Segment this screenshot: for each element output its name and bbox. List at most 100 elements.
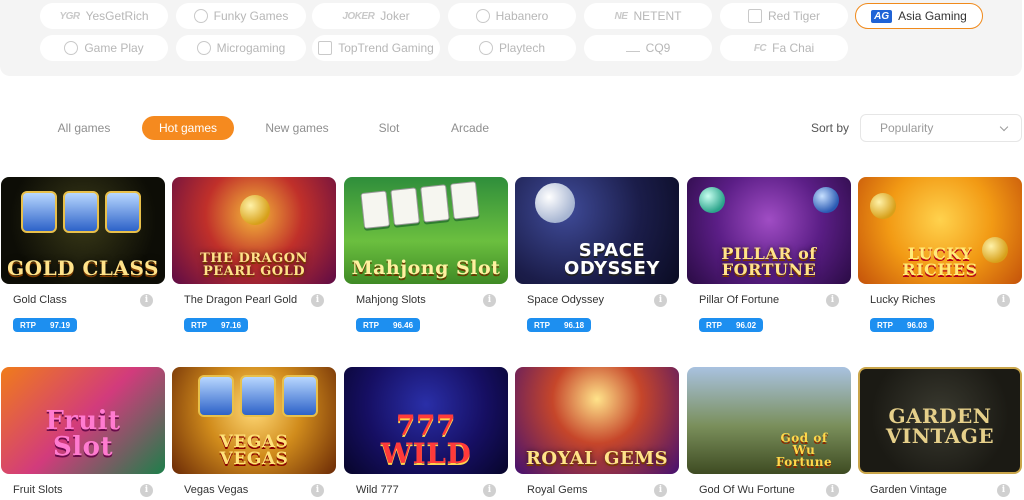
provider-yesgetrich[interactable]: YGR YesGetRich [40,3,168,29]
rtp-value: 96.46 [393,320,414,330]
game-name: God Of Wu Fortune [699,484,795,496]
provider-label: TopTrend Gaming [338,41,434,55]
info-icon[interactable]: i [483,294,496,307]
orb-graphic [699,187,725,213]
provider-label: Fa Chai [772,41,815,55]
thumbnail-title: LUCKY RICHES [902,244,978,279]
game-thumbnail[interactable]: ROYAL GEMS [515,367,679,474]
game-thumbnail[interactable]: SPACE ODYSSEY [515,177,679,284]
rtp-badge: RTP 96.46 [356,318,421,332]
game-card[interactable]: PILLAR of FORTUNE Pillar Of Fortune i RT… [687,177,851,332]
game-name: Vegas Vegas [184,484,249,496]
habanero-logo-icon [475,9,490,23]
game-thumbnail[interactable]: LUCKY RICHES [858,177,1022,284]
red-tiger-logo-icon [747,9,762,23]
info-icon[interactable]: i [997,294,1010,307]
provider-joker[interactable]: JOKER Joker [312,3,440,29]
provider-habanero[interactable]: Habanero [448,3,576,29]
coin-graphic [982,237,1008,263]
provider-red-tiger[interactable]: Red Tiger [720,3,848,29]
game-card[interactable]: VEGAS VEGAS Vegas Vegas i [172,367,336,497]
game-card[interactable]: ROYAL GEMS Royal Gems i [515,367,679,497]
provider-label: CQ9 [645,41,671,55]
provider-label: Red Tiger [767,9,821,23]
game-thumbnail[interactable]: VEGAS VEGAS [172,367,336,474]
game-thumbnail[interactable]: GARDEN VINTAGE [858,367,1022,474]
provider-asia-gaming[interactable]: AG Asia Gaming [855,3,983,29]
rtp-value: 96.18 [564,320,585,330]
game-name: Mahjong Slots [356,294,426,306]
provider-label: Asia Gaming [898,9,967,23]
tab-arcade[interactable]: Arcade [445,116,495,140]
sort-dropdown[interactable]: Popularity [860,114,1022,142]
info-icon[interactable]: i [140,294,153,307]
provider-funky-games[interactable]: Funky Games [176,3,306,29]
info-icon[interactable]: i [654,294,667,307]
playtech-logo-icon [478,41,493,55]
game-thumbnail[interactable]: 777 WILD [344,367,508,474]
info-icon[interactable]: i [826,484,839,497]
info-icon[interactable]: i [483,484,496,497]
game-name: Space Odyssey [527,294,605,306]
game-card[interactable]: 777 WILD Wild 777 i [344,367,508,497]
game-thumbnail[interactable]: Fruit Slot [1,367,165,474]
info-icon[interactable]: i [311,294,324,307]
provider-netent[interactable]: NE NETENT [584,3,712,29]
info-icon[interactable]: i [140,484,153,497]
rtp-label: RTP [20,320,36,330]
provider-fa-chai[interactable]: FC Fa Chai [720,35,848,61]
game-thumbnail[interactable]: Mahjong Slot [344,177,508,284]
game-thumbnail[interactable]: PILLAR of FORTUNE [687,177,851,284]
thumbnail-title: THE DRAGON PEARL GOLD [200,251,308,279]
game-thumbnail[interactable]: THE DRAGON PEARL GOLD [172,177,336,284]
game-card[interactable]: THE DRAGON PEARL GOLD The Dragon Pearl G… [172,177,336,332]
provider-label: Habanero [495,9,549,23]
game-name: Fruit Slots [13,484,63,496]
tab-hot-games[interactable]: Hot games [142,116,234,140]
provider-label: Microgaming [216,41,286,55]
thumbnail-title: Fruit Slot [45,406,121,462]
slot-reels-graphic [21,191,141,233]
game-name: Pillar Of Fortune [699,294,780,306]
game-card[interactable]: LUCKY RICHES Lucky Riches i RTP 96.03 [858,177,1022,332]
thumbnail-title: GOLD CLASS [7,256,159,280]
rtp-badge: RTP 96.02 [699,318,764,332]
provider-game-play[interactable]: Game Play [40,35,168,61]
thumbnail-title: GARDEN VINTAGE [885,404,995,448]
provider-microgaming[interactable]: Microgaming [176,35,306,61]
game-name: Gold Class [13,294,67,306]
info-icon[interactable]: i [997,484,1010,497]
provider-playtech[interactable]: Playtech [448,35,576,61]
tab-slot[interactable]: Slot [372,116,406,140]
rtp-badge: RTP 96.18 [527,318,592,332]
fa-chai-logo-icon: FC [753,42,767,54]
microgaming-logo-icon [196,41,211,55]
info-icon[interactable]: i [311,484,324,497]
game-card[interactable]: God of Wu Fortune God Of Wu Fortune i [687,367,851,497]
game-name: The Dragon Pearl Gold [184,294,298,306]
rtp-label: RTP [706,320,722,330]
info-icon[interactable]: i [654,484,667,497]
game-card[interactable]: Mahjong Slot Mahjong Slots i RTP 96.46 [344,177,508,332]
rtp-badge: RTP 96.03 [870,318,935,332]
game-card[interactable]: GOLD CLASS Gold Class i RTP 97.19 [1,177,165,332]
game-card[interactable]: SPACE ODYSSEY Space Odyssey i RTP 96.18 [515,177,679,332]
game-card[interactable]: GARDEN VINTAGE Garden Vintage i [858,367,1022,497]
game-thumbnail[interactable]: God of Wu Fortune [687,367,851,474]
provider-toptrend[interactable]: TopTrend Gaming [312,35,440,61]
rtp-label: RTP [534,320,550,330]
tab-new-games[interactable]: New games [260,116,334,140]
astronaut-graphic [535,183,575,223]
pearl-graphic [240,195,270,225]
game-thumbnail[interactable]: GOLD CLASS [1,177,165,284]
rtp-value: 96.03 [907,320,928,330]
provider-label: Joker [380,9,410,23]
provider-cq9[interactable]: CQ9 [584,35,712,61]
game-card[interactable]: Fruit Slot Fruit Slots i [1,367,165,497]
thumbnail-title: 777 WILD [380,409,472,470]
orb-graphic [813,187,839,213]
coin-graphic [870,193,896,219]
info-icon[interactable]: i [826,294,839,307]
rtp-value: 97.16 [221,320,242,330]
tab-all-games[interactable]: All games [50,116,118,140]
